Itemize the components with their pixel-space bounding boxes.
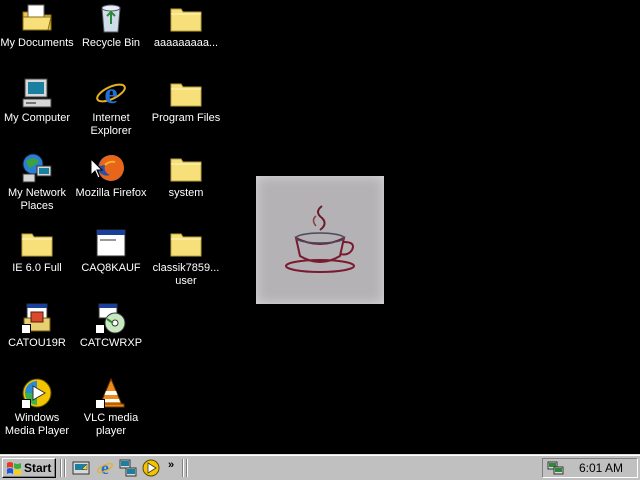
svg-text:e: e (104, 77, 117, 109)
desktop: My Documents My Computer My Network Plac… (0, 0, 640, 454)
folder-icon (170, 152, 202, 184)
desktop-icon-label: CATCWRXP (79, 337, 143, 349)
show-desktop-icon[interactable] (72, 459, 90, 477)
network-status-icon[interactable] (547, 460, 565, 476)
desktop-icon-label: IE 6.0 Full (12, 262, 62, 274)
quicklaunch-chevron[interactable]: » (168, 459, 174, 471)
svg-text:e: e (101, 459, 109, 477)
window-icon (95, 227, 127, 259)
my-computer-icon (21, 77, 53, 109)
desktop-icon-windows-media-player[interactable]: Windows Media Player (0, 377, 74, 438)
desktop-icon-label: My Documents (0, 37, 74, 49)
desktop-icon-aaaaaaaaa[interactable]: aaaaaaaaa... (149, 2, 223, 50)
network-quicklaunch-icon[interactable] (119, 459, 137, 477)
desktop-icon-label: Windows Media Player (4, 412, 70, 437)
folder-icon (21, 227, 53, 259)
installer-icon (21, 302, 53, 334)
taskbar-separator (182, 459, 184, 477)
shortcut-arrow-icon (21, 399, 31, 409)
start-label: Start (24, 461, 52, 475)
coffee-cup-icon (285, 205, 355, 273)
desktop-icon-label: VLC media player (83, 412, 139, 437)
desktop-icon-label: Mozilla Firefox (75, 187, 147, 199)
internet-explorer-quicklaunch-icon[interactable]: e (96, 459, 114, 477)
java-splash-image (256, 176, 384, 304)
taskbar: Start e » 6:01 AM (0, 454, 640, 480)
desktop-icon-label: system (168, 187, 204, 199)
desktop-icon-label: aaaaaaaaa... (153, 37, 219, 49)
taskbar-separator (186, 459, 188, 477)
desktop-icon-recycle-bin[interactable]: Recycle Bin (74, 2, 148, 50)
desktop-icon-catou19r[interactable]: CATOU19R (0, 302, 74, 350)
vlc-icon (95, 377, 127, 409)
desktop-icon-label: CAQ8KAUF (81, 262, 141, 274)
start-button[interactable]: Start (2, 458, 56, 478)
desktop-icon-catcwrxp[interactable]: CATCWRXP (74, 302, 148, 350)
desktop-icon-label: CATOU19R (8, 337, 66, 349)
desktop-icon-program-files[interactable]: Program Files (149, 77, 223, 125)
system-tray: 6:01 AM (542, 458, 638, 478)
desktop-icon-label: My Network Places (7, 187, 67, 212)
shortcut-arrow-icon (21, 324, 31, 334)
taskbar-clock[interactable]: 6:01 AM (579, 461, 623, 475)
internet-explorer-icon: e (95, 77, 127, 110)
desktop-icon-label: Recycle Bin (81, 37, 141, 49)
desktop-icon-my-documents[interactable]: My Documents (0, 2, 74, 50)
media-player-quicklaunch-icon[interactable] (142, 459, 160, 477)
media-player-icon (21, 377, 53, 409)
shortcut-arrow-icon (95, 399, 105, 409)
recycle-bin-icon (95, 2, 127, 34)
desktop-icon-ie-6-full[interactable]: IE 6.0 Full (0, 227, 74, 275)
folder-icon (170, 77, 202, 109)
desktop-icon-vlc-media-player[interactable]: VLC media player (74, 377, 148, 438)
desktop-icon-label: classik7859... user (152, 262, 220, 287)
taskbar-separator (64, 459, 66, 477)
folder-icon (170, 2, 202, 34)
desktop-icon-label: Internet Explorer (90, 112, 132, 137)
desktop-icon-label: Program Files (151, 112, 221, 124)
desktop-icon-system[interactable]: system (149, 152, 223, 200)
my-documents-icon (21, 2, 53, 34)
desktop-icon-caq8kauf[interactable]: CAQ8KAUF (74, 227, 148, 275)
taskbar-separator (60, 459, 62, 477)
desktop-icon-classik-user[interactable]: classik7859... user (149, 227, 223, 288)
shortcut-arrow-icon (95, 324, 105, 334)
desktop-icon-label: My Computer (3, 112, 71, 124)
desktop-icon-mozilla-firefox[interactable]: Mozilla Firefox (74, 152, 148, 200)
windows-logo-icon (7, 462, 21, 475)
desktop-icon-internet-explorer[interactable]: e Internet Explorer (74, 77, 148, 138)
cd-installer-icon (95, 302, 127, 334)
network-places-icon (21, 152, 53, 184)
folder-icon (170, 227, 202, 259)
mouse-cursor-icon (90, 158, 104, 179)
desktop-icon-my-network-places[interactable]: My Network Places (0, 152, 74, 213)
desktop-icon-my-computer[interactable]: My Computer (0, 77, 74, 125)
